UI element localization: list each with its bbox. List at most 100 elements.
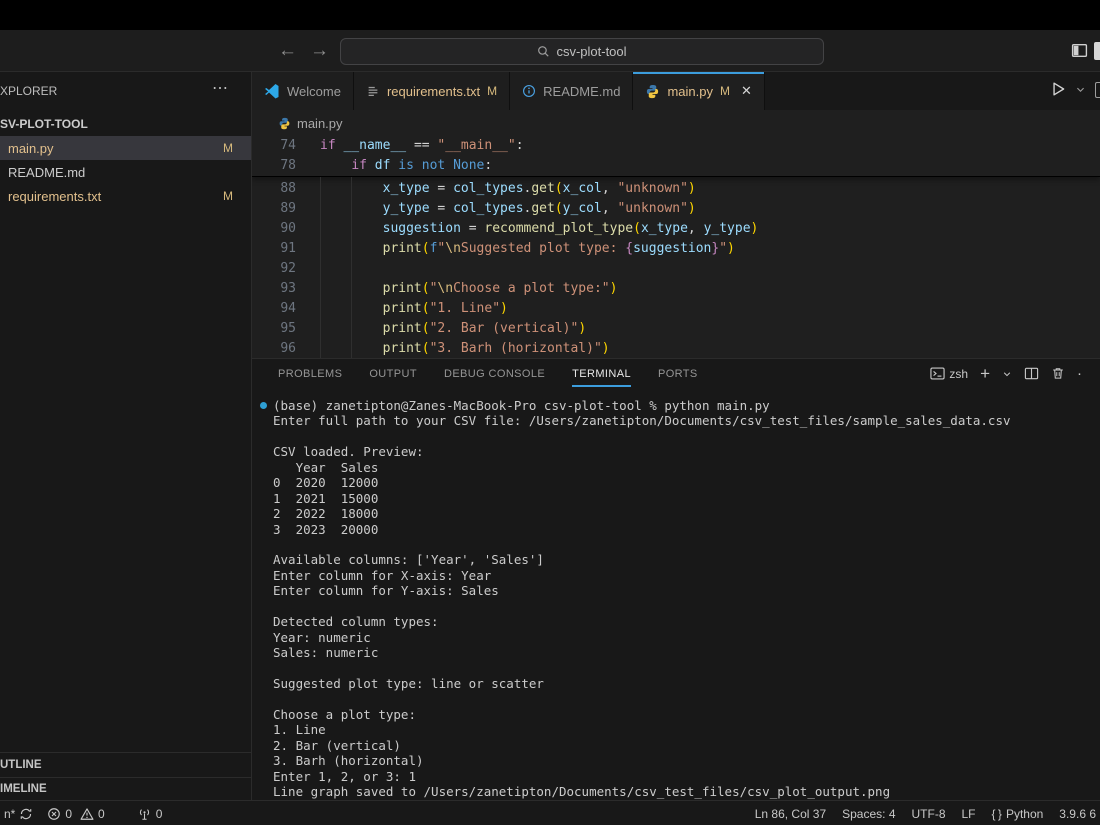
warning-icon	[80, 807, 94, 821]
back-arrow-icon[interactable]: ←	[278, 30, 297, 72]
code-line-96[interactable]: 96 print("3. Barh (horizontal)")	[252, 339, 1100, 358]
ports-count: 0	[156, 807, 163, 821]
tab-requirements-txt[interactable]: requirements.txt M	[354, 72, 510, 110]
panel-tab-terminal[interactable]: TERMINAL	[572, 359, 631, 389]
terminal-line-7: 2 2022 18000	[252, 506, 1100, 521]
encoding[interactable]: UTF-8	[912, 807, 946, 821]
line-number: 95	[252, 319, 296, 339]
terminal-line-2	[252, 429, 1100, 444]
file-item-readme-md[interactable]: README.md	[0, 160, 251, 184]
run-dropdown-chevron-icon[interactable]	[1075, 84, 1086, 95]
kill-terminal-icon[interactable]	[1051, 366, 1065, 381]
tab-main-py[interactable]: main.py M ✕	[633, 72, 764, 110]
code-text: suggestion = recommend_plot_type(x_type,…	[296, 219, 758, 239]
code-text: x_type = col_types.get(x_col, "unknown")	[296, 179, 696, 199]
tab-label: requirements.txt	[387, 84, 480, 99]
panel-tab-problems[interactable]: PROBLEMS	[278, 359, 342, 389]
terminal-line-19	[252, 691, 1100, 706]
project-folder-label[interactable]: SV-PLOT-TOOL	[0, 112, 251, 136]
line-number: 89	[252, 199, 296, 219]
broadcast-icon	[137, 807, 152, 821]
code-editor[interactable]: 74if __name__ == "__main__":78 if df is …	[252, 136, 1100, 358]
terminal-line-20: Choose a plot type:	[252, 707, 1100, 722]
code-line-94[interactable]: 94 print("1. Line")	[252, 299, 1100, 319]
code-line-95[interactable]: 95 print("2. Bar (vertical)")	[252, 319, 1100, 339]
terminal-line-21: 1. Line	[252, 722, 1100, 737]
tab-readme-md[interactable]: README.md	[510, 72, 633, 110]
terminal-line-6: 1 2021 15000	[252, 491, 1100, 506]
indent-guide	[351, 177, 352, 358]
language-mode[interactable]: { } Python	[992, 807, 1044, 821]
tab-welcome[interactable]: Welcome	[252, 72, 354, 110]
line-number: 93	[252, 279, 296, 299]
close-icon[interactable]: ✕	[741, 83, 752, 99]
eol-sequence[interactable]: LF	[962, 807, 976, 821]
split-terminal-icon[interactable]	[1024, 366, 1039, 381]
code-text: if df is not None:	[296, 156, 492, 176]
python-interpreter[interactable]: 3.9.6 6	[1059, 807, 1096, 821]
branch-indicator[interactable]: n*	[4, 807, 33, 821]
code-text: y_type = col_types.get(y_col, "unknown")	[296, 199, 696, 219]
new-terminal-icon[interactable]: +	[980, 369, 990, 379]
file-item-main-py[interactable]: main.py M	[0, 136, 251, 160]
sync-icon	[19, 807, 33, 821]
terminal-line-4: Year Sales	[252, 460, 1100, 475]
shell-label: zsh	[949, 367, 968, 381]
problems-indicator[interactable]: 0 0	[47, 807, 104, 821]
tab-label: Welcome	[287, 84, 341, 99]
run-python-file-icon[interactable]	[1049, 80, 1067, 98]
line-number: 74	[252, 136, 296, 156]
command-center-search[interactable]: csv-plot-tool	[340, 38, 824, 65]
code-text: print("1. Line")	[296, 299, 508, 319]
code-text: print("\nChoose a plot type:")	[296, 279, 617, 299]
code-line-88[interactable]: 88 x_type = col_types.get(x_col, "unknow…	[252, 179, 1100, 199]
terminal-line-3: CSV loaded. Preview:	[252, 444, 1100, 459]
file-name: README.md	[8, 165, 85, 180]
panel-tab-debug-console[interactable]: DEBUG CONSOLE	[444, 359, 545, 389]
file-name: main.py	[8, 141, 54, 156]
sticky-code-line-78[interactable]: 78 if df is not None:	[252, 156, 1100, 176]
error-icon	[47, 807, 61, 821]
warning-count: 0	[98, 807, 105, 821]
line-number: 78	[252, 156, 296, 176]
terminal-instance[interactable]: zsh	[930, 366, 968, 381]
explorer-sidebar: XPLORER ⋯ SV-PLOT-TOOL main.py M README.…	[0, 72, 252, 800]
cursor-position[interactable]: Ln 86, Col 37	[755, 807, 826, 821]
line-number: 96	[252, 339, 296, 358]
list-icon	[366, 84, 380, 98]
search-icon	[537, 45, 550, 58]
indentation[interactable]: Spaces: 4	[842, 807, 895, 821]
code-line-90[interactable]: 90 suggestion = recommend_plot_type(x_ty…	[252, 219, 1100, 239]
ports-indicator[interactable]: 0	[137, 807, 163, 821]
panel-tab-ports[interactable]: PORTS	[658, 359, 698, 389]
code-line-93[interactable]: 93 print("\nChoose a plot type:")	[252, 279, 1100, 299]
tab-label: main.py	[667, 84, 713, 99]
branch-label: n*	[4, 807, 15, 821]
breadcrumb[interactable]: main.py	[252, 110, 1100, 136]
code-line-89[interactable]: 89 y_type = col_types.get(y_col, "unknow…	[252, 199, 1100, 219]
file-name: requirements.txt	[8, 189, 101, 204]
sticky-code-line-74[interactable]: 74if __name__ == "__main__":	[252, 136, 1100, 156]
clipped-split-editor-icon	[1095, 82, 1100, 98]
outline-section-header[interactable]: UTLINE	[0, 752, 251, 777]
terminal-line-16: Sales: numeric	[252, 645, 1100, 660]
status-bar: n* 0 0 0	[0, 800, 1100, 825]
code-text: print("3. Barh (horizontal)")	[296, 339, 610, 358]
terminal-dropdown-chevron-icon[interactable]	[1002, 369, 1012, 379]
modified-badge: M	[223, 189, 233, 203]
vscode-logo-icon	[264, 83, 280, 99]
panel-tab-output[interactable]: OUTPUT	[369, 359, 417, 389]
toggle-sidebar-layout-icon[interactable]	[1071, 42, 1088, 59]
line-number: 94	[252, 299, 296, 319]
command-decoration-dot[interactable]	[260, 402, 267, 409]
code-line-92[interactable]: 92	[252, 259, 1100, 279]
forward-arrow-icon[interactable]: →	[310, 30, 329, 72]
file-item-requirements-txt[interactable]: requirements.txt M	[0, 184, 251, 208]
tab-label: README.md	[543, 84, 620, 99]
code-line-91[interactable]: 91 print(f"\nSuggested plot type: {sugge…	[252, 239, 1100, 259]
terminal-line-15: Year: numeric	[252, 630, 1100, 645]
terminal-output[interactable]: (base) zanetipton@Zanes-MacBook-Pro csv-…	[252, 398, 1100, 800]
explorer-more-actions-icon[interactable]: ⋯	[212, 78, 229, 98]
timeline-section-header[interactable]: IMELINE	[0, 777, 251, 800]
clipped-more-actions-icon: ·	[1077, 365, 1082, 382]
